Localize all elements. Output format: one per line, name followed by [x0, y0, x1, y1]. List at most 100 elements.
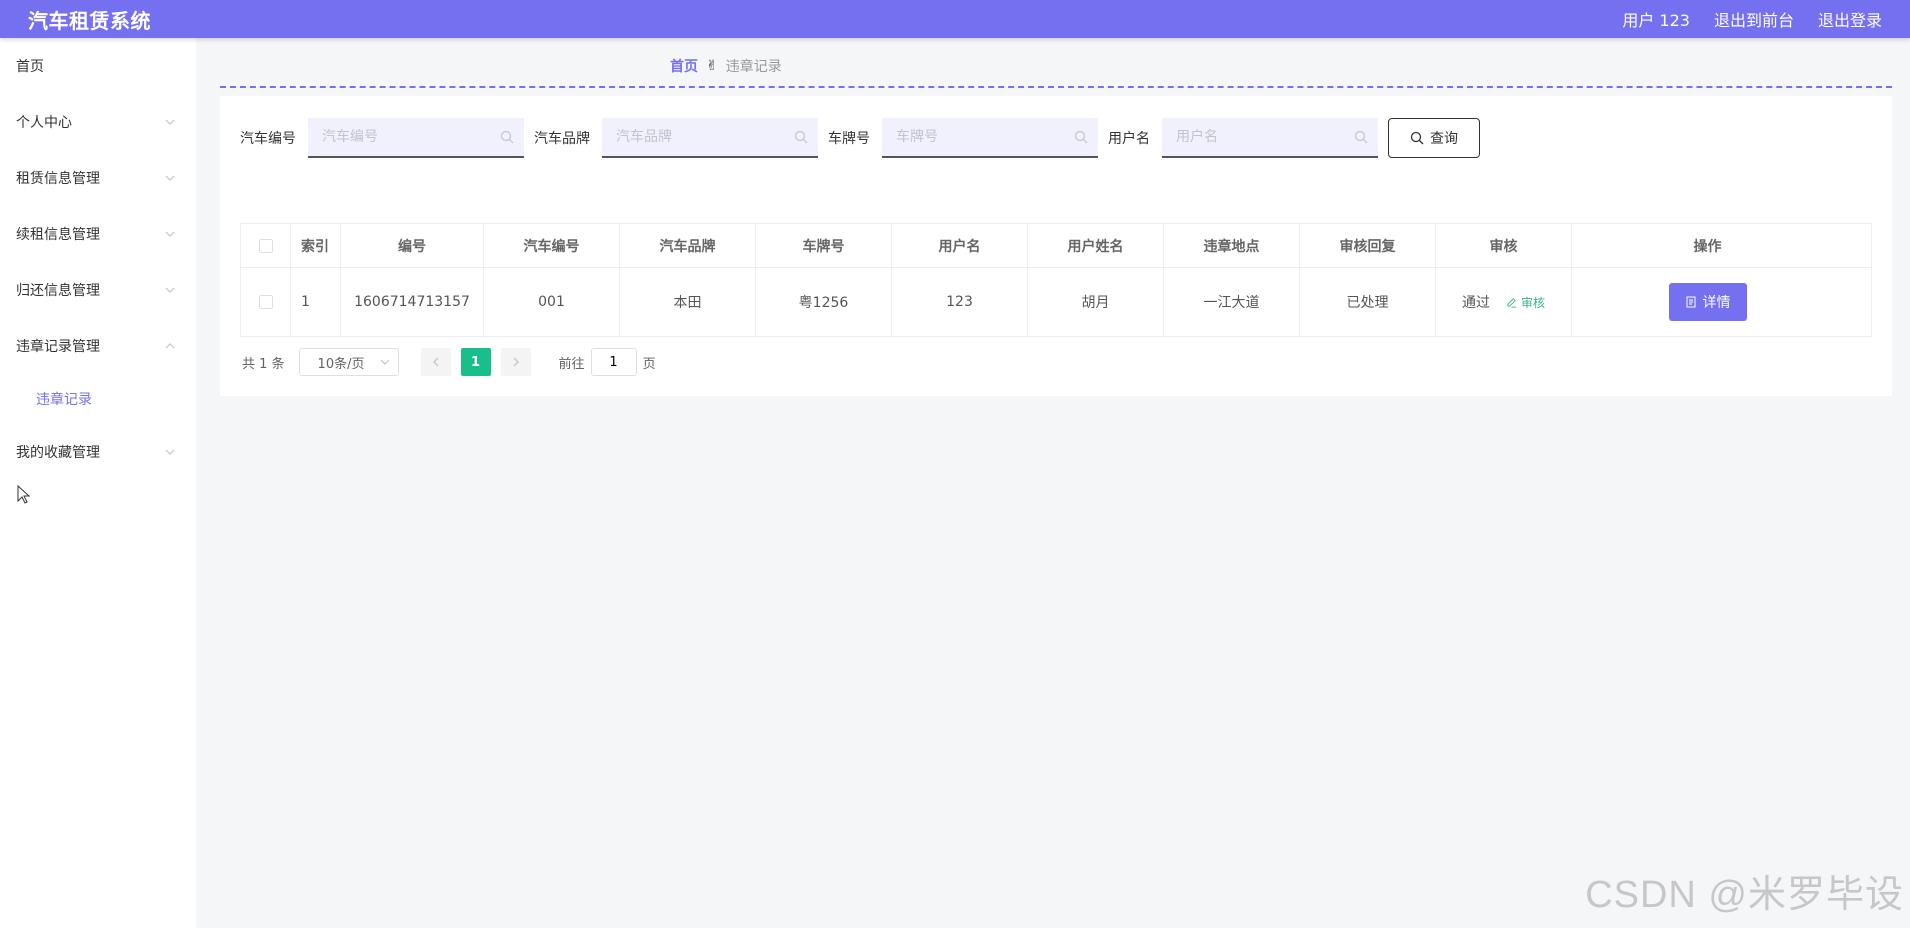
- search-icon: [794, 130, 808, 144]
- sidebar-item-home[interactable]: 首页: [0, 38, 196, 94]
- watermark: CSDN @米罗毕设: [1585, 874, 1904, 916]
- username-search-box: [1162, 118, 1378, 158]
- prev-page-button[interactable]: [420, 348, 451, 376]
- edit-icon: [1507, 297, 1517, 308]
- hand-icon: ✌: [706, 58, 718, 74]
- username-input[interactable]: [1176, 129, 1336, 145]
- chevron-down-icon: [164, 228, 176, 240]
- plate-label: 车牌号: [828, 131, 870, 147]
- page-size-select[interactable]: 10条/页: [298, 348, 399, 376]
- sidebar-item-label: 租赁信息管理: [16, 171, 100, 187]
- cell-index: 1: [291, 268, 341, 336]
- cell-reply: 已处理: [1300, 268, 1436, 336]
- chevron-down-icon: [164, 172, 176, 184]
- cell-car-no: 001: [484, 268, 620, 336]
- page-number-current[interactable]: 1: [460, 348, 491, 376]
- goto-page-input[interactable]: [590, 348, 637, 376]
- username-label: 用户名: [1108, 131, 1150, 147]
- search-form: 汽车编号 汽车品牌 车牌号 用户名 查询: [240, 118, 1480, 158]
- cell-brand: 本田: [620, 268, 756, 336]
- query-button[interactable]: 查询: [1388, 118, 1480, 158]
- cell-username: 123: [892, 268, 1028, 336]
- detail-button[interactable]: 详情: [1668, 283, 1747, 321]
- sidebar: 首页 个人中心 租赁信息管理 续租信息管理 归还信息管理 违章记录管理 违章记录…: [0, 38, 196, 928]
- search-icon: [500, 130, 514, 144]
- sidebar-item-violation[interactable]: 违章记录管理: [0, 318, 196, 374]
- brand-input[interactable]: [616, 129, 776, 145]
- sidebar-item-label: 归还信息管理: [16, 283, 100, 299]
- brand-search-box: [602, 118, 818, 158]
- search-icon: [1410, 131, 1424, 145]
- review-link-label: 审核: [1520, 295, 1545, 310]
- cell-plate: 粤1256: [756, 268, 892, 336]
- to-frontend-link[interactable]: 退出到前台: [1714, 7, 1794, 31]
- table-header-cell: 审核: [1436, 224, 1572, 267]
- breadcrumb-current: 违章记录: [725, 59, 782, 75]
- top-actions: 用户 123 退出到前台 退出登录: [1622, 7, 1882, 31]
- cell-no: 1606714713157: [341, 268, 484, 336]
- chevron-left-icon: [432, 357, 439, 367]
- app-title: 汽车租赁系统: [28, 8, 151, 33]
- table-header-cell: 审核回复: [1300, 224, 1436, 267]
- goto-label: 前往: [558, 356, 585, 372]
- row-checkbox[interactable]: [258, 295, 273, 309]
- table-header-row: 索引 编号 汽车编号 汽车品牌 车牌号 用户名 用户姓名 违章地点 审核回复 审…: [241, 224, 1871, 268]
- pagination-total: 共 1 条: [242, 356, 285, 372]
- chevron-down-icon: [164, 116, 176, 128]
- table-row: 1 1606714713157 001 本田 粤1256 123 胡月 一江大道…: [241, 268, 1871, 336]
- logout-link[interactable]: 退出登录: [1818, 7, 1882, 31]
- search-icon: [1354, 130, 1368, 144]
- cell-review: 通过 审核: [1436, 268, 1572, 336]
- user-label: 用户 123: [1622, 11, 1690, 30]
- chevron-up-icon: [164, 340, 176, 352]
- query-button-label: 查询: [1430, 131, 1458, 147]
- car-no-input[interactable]: [322, 129, 482, 145]
- table-header-cell: 汽车品牌: [620, 224, 756, 267]
- table-header-cell: 编号: [341, 224, 484, 267]
- document-icon: [1686, 296, 1695, 308]
- pagination: 共 1 条 10条/页 1 前往 页: [242, 348, 656, 376]
- chevron-right-icon: [513, 357, 519, 367]
- plate-input[interactable]: [896, 129, 1056, 145]
- chevron-down-icon: [380, 359, 389, 365]
- mouse-cursor-icon: [17, 485, 31, 504]
- sidebar-item-renewal[interactable]: 续租信息管理: [0, 206, 196, 262]
- car-no-search-box: [308, 118, 524, 158]
- detail-button-label: 详情: [1702, 295, 1731, 311]
- chevron-down-icon: [164, 284, 176, 296]
- cell-real-name: 胡月: [1028, 268, 1164, 336]
- sidebar-item-label: 首页: [16, 59, 44, 75]
- review-status: 通过: [1461, 295, 1490, 311]
- next-page-button[interactable]: [500, 348, 531, 376]
- chevron-down-icon: [164, 446, 176, 458]
- page-suffix: 页: [642, 356, 656, 372]
- sidebar-item-return[interactable]: 归还信息管理: [0, 262, 196, 318]
- cell-actions: 详情: [1572, 268, 1843, 336]
- violation-table: 索引 编号 汽车编号 汽车品牌 车牌号 用户名 用户姓名 违章地点 审核回复 审…: [240, 223, 1872, 337]
- sidebar-item-favorites[interactable]: 我的收藏管理: [0, 424, 196, 480]
- breadcrumb-home[interactable]: 首页: [670, 56, 698, 76]
- header-checkbox-cell: [241, 224, 291, 267]
- brand-label: 汽车品牌: [534, 131, 590, 147]
- review-link[interactable]: 审核: [1506, 294, 1545, 311]
- cell-location: 一江大道: [1164, 268, 1300, 336]
- table-header-cell: 车牌号: [756, 224, 892, 267]
- page-size-value: 10条/页: [317, 356, 365, 372]
- sidebar-item-personal-center[interactable]: 个人中心: [0, 94, 196, 150]
- sidebar-item-rental[interactable]: 租赁信息管理: [0, 150, 196, 206]
- sidebar-item-label: 我的收藏管理: [16, 445, 100, 461]
- table-header-cell: 索引: [291, 224, 341, 267]
- sidebar-subitem-violation-record[interactable]: 违章记录: [0, 374, 196, 424]
- table-header-cell: 用户名: [892, 224, 1028, 267]
- sidebar-item-label: 违章记录管理: [16, 339, 100, 355]
- car-no-label: 汽车编号: [240, 131, 296, 147]
- top-navbar: 汽车租赁系统 用户 123 退出到前台 退出登录: [0, 0, 1910, 38]
- sidebar-item-label: 个人中心: [16, 115, 72, 131]
- row-checkbox-cell: [241, 268, 291, 336]
- breadcrumb: 首页 ✌ 违章记录: [670, 56, 782, 76]
- search-icon: [1074, 130, 1088, 144]
- select-all-checkbox[interactable]: [258, 238, 273, 253]
- table-header-cell: 操作: [1693, 238, 1722, 255]
- plate-search-box: [882, 118, 1098, 158]
- table-header-cell: 用户姓名: [1028, 224, 1164, 267]
